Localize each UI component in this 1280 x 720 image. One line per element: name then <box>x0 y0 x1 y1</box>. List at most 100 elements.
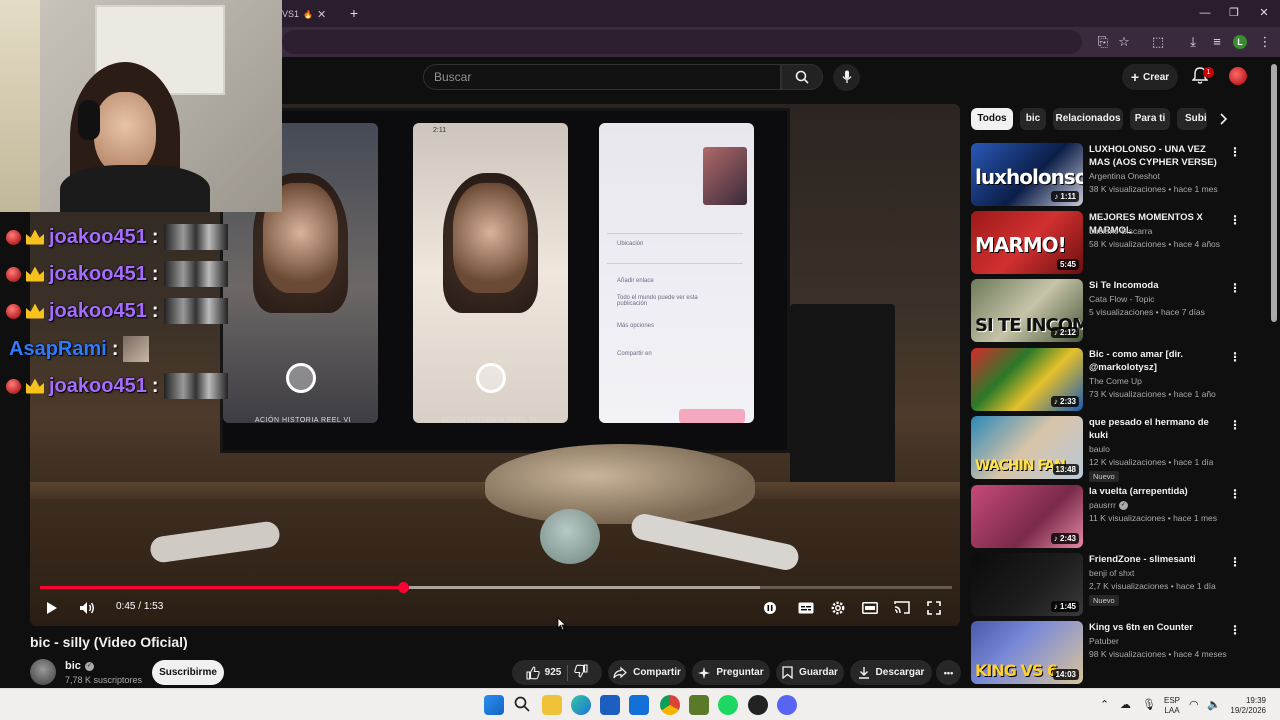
download-icon[interactable]: ⤓ <box>1184 33 1202 51</box>
volume-button[interactable] <box>75 598 99 618</box>
subscribe-button[interactable]: Suscribirme <box>152 660 224 685</box>
ask-button[interactable]: Preguntar <box>692 660 770 685</box>
recommendation-thumbnail[interactable]: ♪ 2:33 <box>971 348 1083 411</box>
dislike-button[interactable] <box>574 664 588 681</box>
more-options-icon[interactable]: ⋮ <box>1229 145 1241 159</box>
like-button[interactable]: 925 <box>526 665 561 680</box>
close-window-button[interactable]: ✕ <box>1249 4 1279 22</box>
chip-bic[interactable]: bic <box>1020 108 1046 130</box>
wifi-icon[interactable]: ◠ <box>1189 698 1199 711</box>
file-explorer-icon[interactable] <box>542 695 562 715</box>
progress-scrubber[interactable] <box>397 582 409 593</box>
account-avatar[interactable] <box>1229 67 1247 85</box>
recommendation-channel[interactable]: Patuber <box>1089 636 1119 646</box>
channel-avatar[interactable] <box>30 659 56 685</box>
more-options-icon[interactable]: ⋮ <box>1229 487 1241 501</box>
address-bar[interactable] <box>282 30 1082 54</box>
more-options-icon[interactable]: ⋮ <box>1229 350 1241 364</box>
recommendation-thumbnail[interactable]: WACHIN FAN 13:48 <box>971 416 1083 479</box>
discord-icon[interactable] <box>777 695 797 715</box>
subtitles-button[interactable] <box>794 598 818 618</box>
more-options-icon[interactable]: ⋮ <box>1229 213 1241 227</box>
language-indicator[interactable]: ESP LAA <box>1161 696 1183 716</box>
network-icon[interactable]: ☁ <box>1120 698 1131 711</box>
minecraft-icon[interactable] <box>689 695 709 715</box>
media-icon[interactable]: ≡ <box>1208 33 1226 51</box>
recommendation-title[interactable]: Si Te Incomoda <box>1089 279 1219 292</box>
share-button[interactable]: Compartir <box>608 660 686 685</box>
chip-relacionados[interactable]: Relacionados <box>1053 108 1123 130</box>
recommendation-thumbnail[interactable]: ♪ 1:45 <box>971 553 1083 616</box>
app-icon[interactable] <box>748 695 768 715</box>
cast-button[interactable] <box>890 598 914 618</box>
chips-next-button[interactable] <box>1212 108 1234 130</box>
chip-subidos[interactable]: Subidos <box>1177 108 1207 130</box>
spotify-icon[interactable] <box>718 695 738 715</box>
more-options-icon[interactable]: ⋮ <box>1229 418 1241 432</box>
sidebar-scrollbar[interactable] <box>1271 64 1277 322</box>
recommendation-thumbnail[interactable]: KING VS 6 14:03 <box>971 621 1083 684</box>
browser-menu-icon[interactable]: ⋮ <box>1256 33 1274 51</box>
profile-avatar[interactable]: L <box>1233 35 1247 49</box>
recommendation-channel[interactable]: Luciano Biscarra <box>1089 226 1152 236</box>
browser-tab[interactable]: VS1 🔥 ✕ <box>282 4 340 24</box>
recommendation-title[interactable]: Bic - como amar [dir. @markolotysz] <box>1089 348 1219 374</box>
recommendation-item[interactable]: ♪ 1:45 FriendZone - slimesanti benji of sh… <box>971 553 1261 617</box>
maximize-button[interactable]: ❐ <box>1219 4 1249 22</box>
channel-name-link[interactable]: bic ✓ <box>65 660 94 672</box>
minimize-button[interactable]: — <box>1190 4 1220 22</box>
recommendation-item[interactable]: MARMO! 5:45 MEJORES MOMENTOS X MARMOL Lucia… <box>971 211 1261 275</box>
recommendation-channel[interactable]: Cata Flow - Topic <box>1089 294 1155 304</box>
recommendation-item[interactable]: SI TE INCOMODA♪ 2:12 Si Te Incomoda Cata F… <box>971 279 1261 343</box>
download-button[interactable]: Descargar <box>850 660 932 685</box>
bookmark-star-icon[interactable]: ☆ <box>1115 33 1133 51</box>
more-options-icon[interactable]: ⋮ <box>1229 623 1241 637</box>
recommendation-thumbnail[interactable]: luxholonso ♪ 1:11 <box>971 143 1083 206</box>
start-icon[interactable] <box>484 695 504 715</box>
recommendation-channel[interactable]: Argentina Oneshot <box>1089 171 1160 181</box>
more-actions-button[interactable]: ••• <box>936 660 961 685</box>
chip-para-ti[interactable]: Para ti <box>1130 108 1170 130</box>
recommendation-channel[interactable]: benji of shxt <box>1089 568 1134 578</box>
recommendation-title[interactable]: la vuelta (arrepentida) <box>1089 485 1219 498</box>
play-button[interactable] <box>40 598 64 618</box>
more-options-icon[interactable]: ⋮ <box>1229 281 1241 295</box>
extensions-icon[interactable]: ⬚ <box>1149 33 1167 51</box>
tray-chevron-icon[interactable]: ⌃ <box>1100 698 1109 711</box>
recommendation-thumbnail[interactable]: MARMO! 5:45 <box>971 211 1083 274</box>
recommendation-channel[interactable]: baulo <box>1089 444 1110 454</box>
save-button[interactable]: Guardar <box>776 660 844 685</box>
settings-button[interactable] <box>826 598 850 618</box>
speaker-icon[interactable]: 🔈 <box>1207 698 1221 711</box>
recommendation-title[interactable]: LUXHOLONSO - UNA VEZ MAS (AOS CYPHER VER… <box>1089 143 1219 169</box>
edge-icon[interactable] <box>571 695 591 715</box>
clock[interactable]: 19:39 19/2/2026 <box>1224 696 1266 716</box>
more-options-icon[interactable]: ⋮ <box>1229 555 1241 569</box>
recommendation-thumbnail[interactable]: ♪ 2:43 <box>971 485 1083 548</box>
cast-icon[interactable]: ⎘ <box>1094 33 1112 51</box>
search-input[interactable]: Buscar <box>423 64 781 90</box>
recommendation-item[interactable]: luxholonso ♪ 1:11 LUXHOLONSO - UNA VEZ MAS… <box>971 143 1261 207</box>
recommendation-item[interactable]: ♪ 2:33 Bic - como amar [dir. @markolotysz… <box>971 348 1261 412</box>
search-icon[interactable] <box>513 695 533 715</box>
mic-tray-icon[interactable]: 🎙 <box>1142 698 1156 711</box>
recommendation-title[interactable]: King vs 6tn en Counter <box>1089 621 1219 634</box>
pause-autoplay-toggle[interactable] <box>758 598 782 618</box>
store-icon[interactable] <box>600 695 620 715</box>
voice-search-button[interactable] <box>833 64 860 91</box>
recommendation-thumbnail[interactable]: SI TE INCOMODA♪ 2:12 <box>971 279 1083 342</box>
search-button[interactable] <box>781 64 823 90</box>
recommendation-title[interactable]: FriendZone - slimesanti <box>1089 553 1219 566</box>
recommendation-title[interactable]: que pesado el hermano de kuki <box>1089 416 1219 442</box>
fullscreen-button[interactable] <box>922 598 946 618</box>
recommendation-item[interactable]: ♪ 2:43 la vuelta (arrepentida) pausrrr ✓ 11 … <box>971 485 1261 549</box>
miniplayer-button[interactable] <box>858 598 882 618</box>
progress-bar[interactable] <box>40 582 952 593</box>
chrome-icon[interactable] <box>660 695 680 715</box>
recommendation-item[interactable]: KING VS 6 14:03 King vs 6tn en Counter Patu… <box>971 621 1261 685</box>
chip-todos[interactable]: Todos <box>971 108 1013 130</box>
tab-close-icon[interactable]: ✕ <box>317 8 326 21</box>
recommendation-channel[interactable]: pausrrr ✓ <box>1089 500 1128 510</box>
recommendation-channel[interactable]: The Come Up <box>1089 376 1142 386</box>
new-tab-button[interactable]: + <box>346 5 362 21</box>
